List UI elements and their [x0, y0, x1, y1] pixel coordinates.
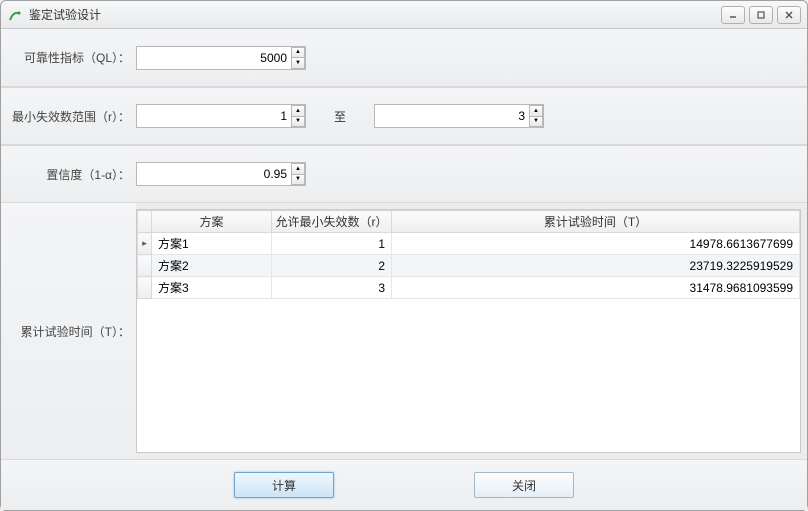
r-from-spin-up[interactable]: ▲	[291, 105, 305, 116]
app-icon	[7, 7, 23, 23]
window-title: 鉴定试验设计	[29, 6, 721, 23]
label-ql: 可靠性指标（QL）：	[1, 49, 136, 66]
cell-r: 1	[272, 233, 392, 255]
app-window: 鉴定试验设计 可靠性指标（QL）： ▲ ▼ 最小失效数范围（r）： ▲	[0, 0, 808, 511]
table-row[interactable]: 方案3331478.9681093599	[138, 277, 800, 299]
table-row[interactable]: ▸方案1114978.6613677699	[138, 233, 800, 255]
confidence-spinner: ▲ ▼	[136, 162, 306, 186]
compute-button[interactable]: 计算	[234, 472, 334, 498]
header-gutter	[138, 211, 152, 233]
r-from-spinner: ▲ ▼	[136, 104, 306, 128]
header-r: 允许最小失效数（r）	[272, 211, 392, 233]
cell-t: 23719.3225919529	[392, 255, 800, 277]
r-to-spin-down[interactable]: ▼	[529, 116, 543, 128]
cell-r: 2	[272, 255, 392, 277]
r-to-spinner: ▲ ▼	[374, 104, 544, 128]
table-row[interactable]: 方案2223719.3225919529	[138, 255, 800, 277]
content-area: 可靠性指标（QL）： ▲ ▼ 最小失效数范围（r）： ▲ ▼ 至	[1, 29, 807, 510]
results-table: 方案 允许最小失效数（r） 累计试验时间（T） ▸方案1114978.66136…	[137, 210, 800, 299]
r-from-spin-down[interactable]: ▼	[291, 116, 305, 128]
header-t: 累计试验时间（T）	[392, 211, 800, 233]
r-to-spin-up[interactable]: ▲	[529, 105, 543, 116]
conf-spin-down[interactable]: ▼	[291, 174, 305, 186]
conf-spin-up[interactable]: ▲	[291, 163, 305, 174]
cell-scheme: 方案3	[152, 277, 272, 299]
maximize-button[interactable]	[749, 6, 773, 24]
cell-t: 31478.9681093599	[392, 277, 800, 299]
cell-scheme: 方案1	[152, 233, 272, 255]
label-to: 至	[334, 108, 346, 125]
label-confidence: 置信度（1-α）：	[1, 166, 136, 183]
close-button[interactable]: 关闭	[474, 472, 574, 498]
label-table: 累计试验时间（T）：	[1, 203, 136, 459]
minimize-button[interactable]	[721, 6, 745, 24]
close-window-button[interactable]	[777, 6, 801, 24]
window-controls	[721, 6, 801, 24]
cell-r: 3	[272, 277, 392, 299]
row-r-range: 最小失效数范围（r）： ▲ ▼ 至 ▲ ▼	[1, 87, 807, 145]
r-to-input[interactable]	[374, 104, 544, 128]
row-marker: ▸	[138, 233, 152, 255]
cell-t: 14978.6613677699	[392, 233, 800, 255]
row-confidence: 置信度（1-α）： ▲ ▼	[1, 145, 807, 203]
row-marker	[138, 277, 152, 299]
row-marker	[138, 255, 152, 277]
button-bar: 计算 关闭	[1, 460, 807, 510]
ql-spin-down[interactable]: ▼	[291, 57, 305, 69]
label-r: 最小失效数范围（r）：	[1, 108, 136, 125]
confidence-input[interactable]	[136, 162, 306, 186]
row-ql: 可靠性指标（QL）： ▲ ▼	[1, 29, 807, 87]
ql-input[interactable]	[136, 46, 306, 70]
titlebar: 鉴定试验设计	[1, 1, 807, 29]
row-table: 累计试验时间（T）： 方案 允许最小失效数（r） 累计试验时间（T） ▸方案11…	[1, 203, 807, 460]
results-table-wrap: 方案 允许最小失效数（r） 累计试验时间（T） ▸方案1114978.66136…	[136, 209, 801, 453]
ql-spinner: ▲ ▼	[136, 46, 306, 70]
header-scheme: 方案	[152, 211, 272, 233]
ql-spin-up[interactable]: ▲	[291, 47, 305, 58]
r-from-input[interactable]	[136, 104, 306, 128]
cell-scheme: 方案2	[152, 255, 272, 277]
